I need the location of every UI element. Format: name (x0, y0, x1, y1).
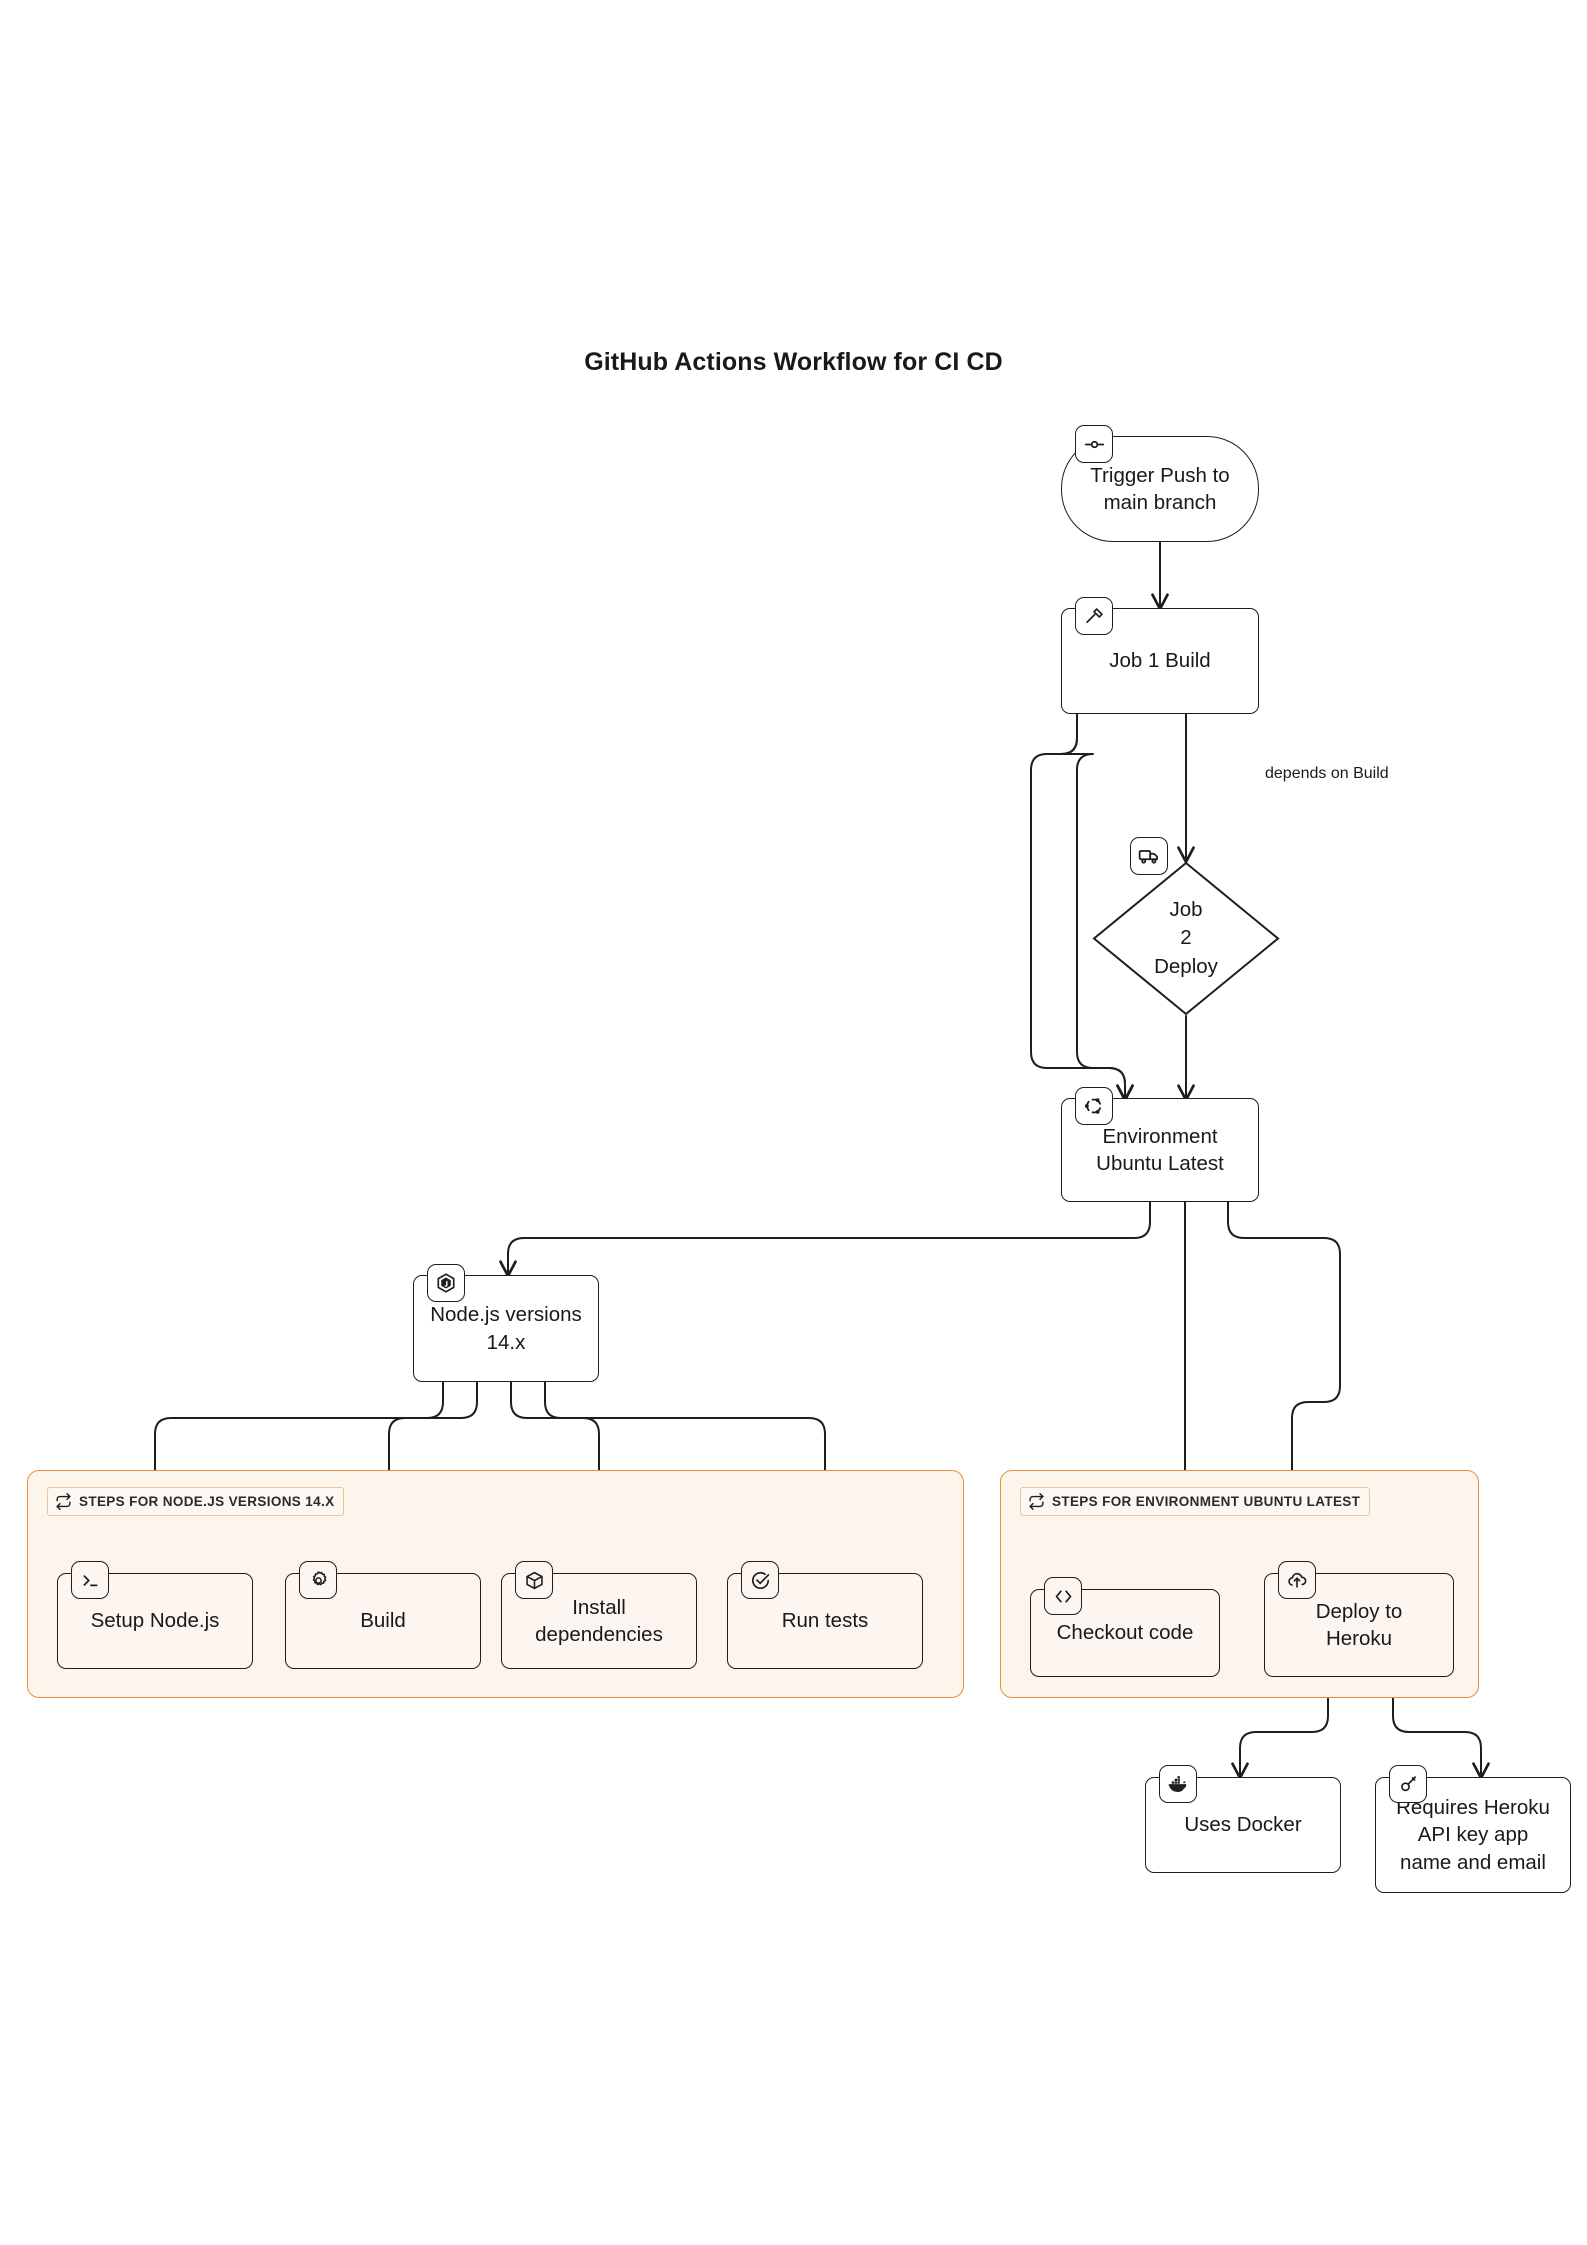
loop-icon (55, 1493, 72, 1510)
key-icon (1389, 1765, 1427, 1803)
node-requires-heroku-credentials-label: Requires Heroku API key app name and ema… (1396, 1796, 1550, 1874)
edge-label-depends-on-build: depends on Build (1265, 765, 1389, 782)
package-icon (515, 1561, 553, 1599)
node-job1-build-label: Job 1 Build (1109, 649, 1211, 673)
node-job2-deploy[interactable]: Job 2 Deploy (1092, 861, 1280, 1016)
terminal-icon (71, 1561, 109, 1599)
page-title: GitHub Actions Workflow for CI CD (584, 348, 1003, 376)
node-job2-deploy-label: Job 2 Deploy (1154, 898, 1218, 978)
node-deploy-heroku-label: Deploy to Heroku (1315, 1599, 1403, 1650)
edge-environment-nodeversions (499, 1201, 1151, 1278)
loop-icon (1028, 1493, 1045, 1510)
gear-icon (299, 1561, 337, 1599)
docker-icon (1159, 1765, 1197, 1803)
node-run-tests-label: Run tests (781, 1609, 869, 1633)
diagram-canvas: GitHub Actions Workflow for CI CD STEPS … (0, 0, 1587, 2245)
cluster-env-steps-label: STEPS FOR ENVIRONMENT UBUNTU LATEST (1052, 1494, 1361, 1509)
cluster-node-steps-label: STEPS FOR NODE.JS VERSIONS 14.X (79, 1494, 335, 1509)
code-brackets-icon (1044, 1577, 1082, 1615)
hammer-icon (1075, 597, 1113, 635)
git-commit-icon (1075, 425, 1113, 463)
check-circle-icon (741, 1561, 779, 1599)
node-uses-docker-label: Uses Docker (1184, 1813, 1302, 1837)
cloud-upload-icon (1278, 1561, 1316, 1599)
node-environment-ubuntu-label: Environment Ubuntu Latest (1096, 1124, 1224, 1175)
node-install-dependencies-label: Install dependencies (535, 1595, 663, 1646)
ubuntu-icon (1075, 1087, 1113, 1125)
node-trigger-push-label: Trigger Push to main branch (1090, 463, 1230, 514)
node-nodejs-versions-label: Node.js versions 14.x (430, 1303, 582, 1354)
nodejs-icon (427, 1264, 465, 1302)
node-checkout-code-label: Checkout code (1056, 1621, 1194, 1645)
node-setup-nodejs-label: Setup Node.js (90, 1609, 220, 1633)
edge-layer (146, 541, 1490, 1780)
cluster-node-steps-title: STEPS FOR NODE.JS VERSIONS 14.X (47, 1487, 345, 1516)
cluster-env-steps-title: STEPS FOR ENVIRONMENT UBUNTU LATEST (1020, 1487, 1371, 1516)
truck-icon (1130, 837, 1168, 875)
node-build-step-label: Build (360, 1609, 406, 1633)
